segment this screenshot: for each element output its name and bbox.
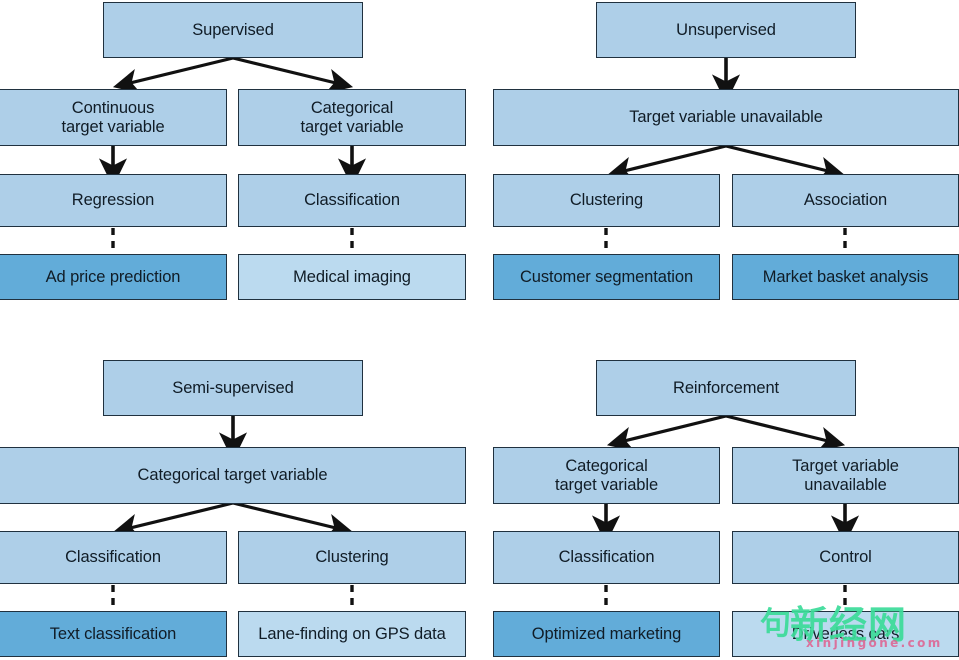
node-unsupervised-root[interactable]: Unsupervised bbox=[596, 2, 856, 58]
node-supervised-regression[interactable]: Regression bbox=[0, 174, 227, 227]
node-supervised-categorical-target-variable[interactable]: Categorical target variable bbox=[238, 89, 466, 146]
node-reinforcement-control[interactable]: Control bbox=[732, 531, 959, 584]
node-reinforcement-classification[interactable]: Classification bbox=[493, 531, 720, 584]
node-reinforcement-driverless-cars[interactable]: Driverless cars bbox=[732, 611, 959, 657]
node-semi-supervised-classification[interactable]: Classification bbox=[0, 531, 227, 584]
diagram-canvas: Supervised Continuous target variable Ca… bbox=[0, 0, 959, 660]
node-supervised-classification[interactable]: Classification bbox=[238, 174, 466, 227]
node-semi-supervised-lane-finding-on-gps-data[interactable]: Lane-finding on GPS data bbox=[238, 611, 466, 657]
node-reinforcement-target-variable-unavailable[interactable]: Target variable unavailable bbox=[732, 447, 959, 504]
node-unsupervised-customer-segmentation[interactable]: Customer segmentation bbox=[493, 254, 720, 300]
node-semi-supervised-root[interactable]: Semi-supervised bbox=[103, 360, 363, 416]
node-reinforcement-optimized-marketing[interactable]: Optimized marketing bbox=[493, 611, 720, 657]
node-supervised-medical-imaging[interactable]: Medical imaging bbox=[238, 254, 466, 300]
node-unsupervised-association[interactable]: Association bbox=[732, 174, 959, 227]
node-semi-supervised-clustering[interactable]: Clustering bbox=[238, 531, 466, 584]
node-supervised-root[interactable]: Supervised bbox=[103, 2, 363, 58]
node-reinforcement-categorical-target-variable[interactable]: Categorical target variable bbox=[493, 447, 720, 504]
node-unsupervised-market-basket-analysis[interactable]: Market basket analysis bbox=[732, 254, 959, 300]
node-supervised-continuous-target-variable[interactable]: Continuous target variable bbox=[0, 89, 227, 146]
node-unsupervised-clustering[interactable]: Clustering bbox=[493, 174, 720, 227]
node-supervised-ad-price-prediction[interactable]: Ad price prediction bbox=[0, 254, 227, 300]
node-unsupervised-target-variable-unavailable[interactable]: Target variable unavailable bbox=[493, 89, 959, 146]
node-reinforcement-root[interactable]: Reinforcement bbox=[596, 360, 856, 416]
node-semi-supervised-text-classification[interactable]: Text classification bbox=[0, 611, 227, 657]
node-semi-supervised-categorical-target-variable[interactable]: Categorical target variable bbox=[0, 447, 466, 504]
